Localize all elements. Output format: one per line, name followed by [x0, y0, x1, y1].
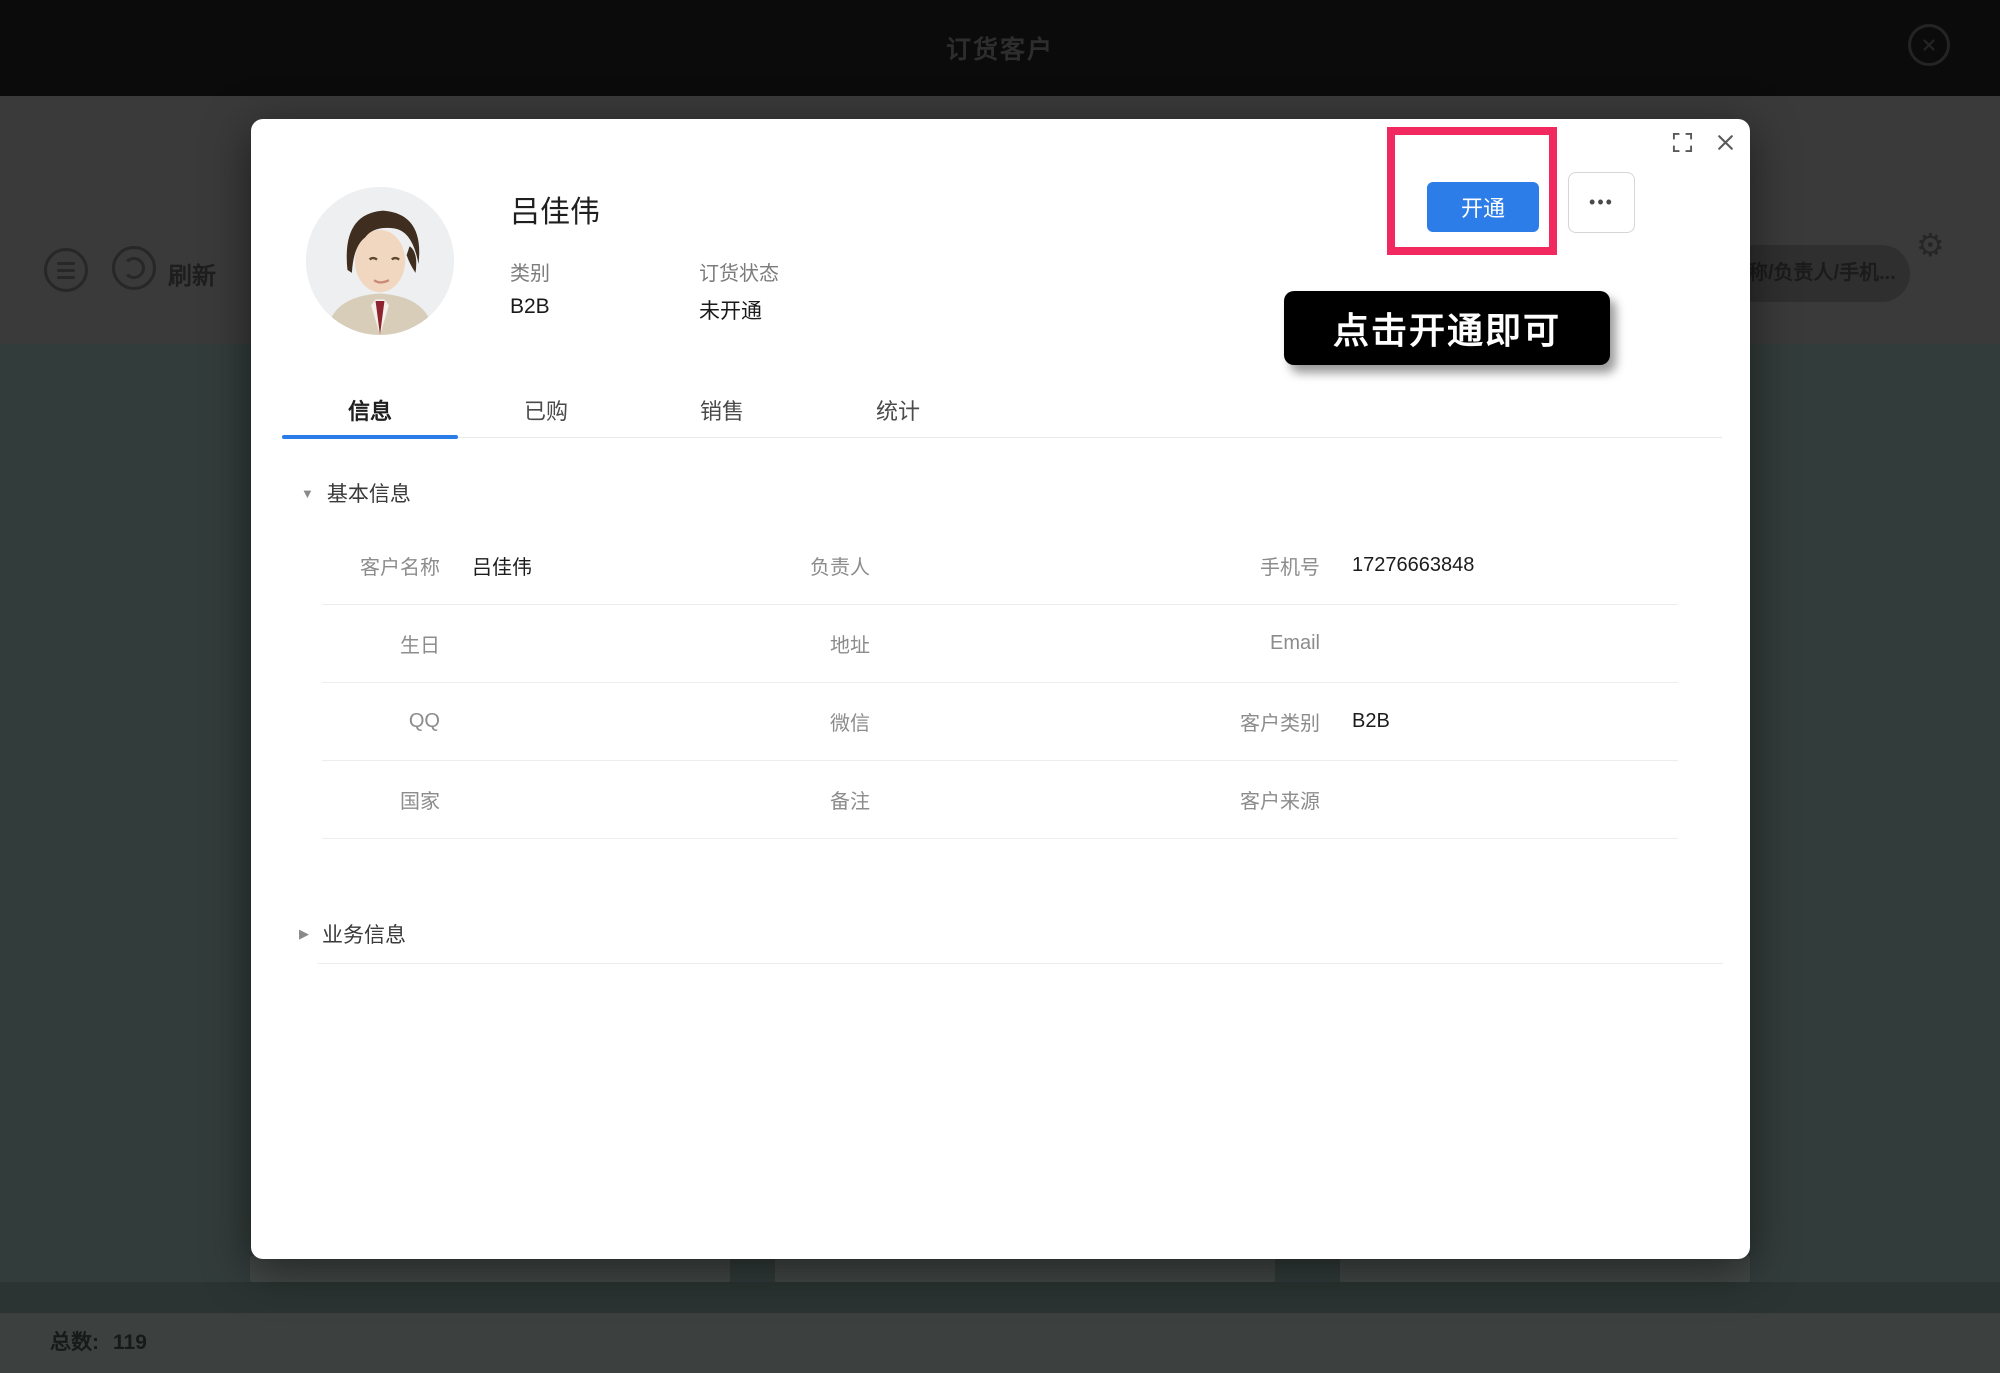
category-label: 类别 [510, 263, 550, 285]
field-cell: 国家 [322, 761, 752, 839]
tab-label: 信息 [347, 399, 392, 424]
basic-info-grid: 客户名称 吕佳伟 负责人 手机号 17276663848 生日 地址 Email… [322, 527, 1678, 839]
app-header-bar: 订货客户 [0, 0, 2000, 96]
customer-avatar [306, 187, 454, 335]
field-value: 吕佳伟 [472, 557, 532, 579]
caret-down-icon: ▼ [301, 485, 314, 501]
tab[interactable]: 统计 [810, 391, 986, 437]
total-label: 总数: [50, 1331, 99, 1354]
caret-right-icon: ▶ [299, 926, 309, 941]
search-input[interactable]: 称/负责人/手机... [1728, 245, 1910, 302]
field-label: QQ [408, 710, 440, 732]
customer-detail-modal: 吕佳伟 类别 B2B 订货状态 未开通 开通 ••• 点击开通即可 信息 已购 [251, 119, 1750, 1259]
refresh-icon [123, 257, 145, 279]
basic-info-title: 基本信息 [326, 483, 411, 506]
field-cell: 微信 [752, 683, 1202, 761]
tab[interactable]: 已购 [458, 391, 634, 437]
field-cell: 客户类别 B2B [1202, 683, 1678, 761]
refresh-label: 刷新 [168, 263, 216, 290]
field-label: 客户类别 [1240, 713, 1320, 735]
field-label: 地址 [830, 635, 870, 657]
tab-label: 已购 [523, 399, 568, 424]
background-card [775, 1256, 1275, 1282]
basic-info-section-header[interactable]: ▼ 基本信息 [301, 478, 411, 508]
field-cell: 地址 [752, 605, 1202, 683]
tab-label: 销售 [699, 399, 744, 424]
category-value: B2B [510, 295, 550, 318]
field-cell: 客户名称 吕佳伟 [322, 527, 752, 605]
section-divider [318, 963, 1723, 964]
field-value: 17276663848 [1352, 554, 1475, 576]
expand-icon[interactable] [1670, 130, 1694, 154]
field-label: 微信 [830, 713, 870, 735]
annotation-tooltip: 点击开通即可 [1284, 291, 1610, 365]
field-label: 客户来源 [1240, 791, 1320, 813]
field-cell: Email [1202, 605, 1678, 683]
field-cell: 客户来源 [1202, 761, 1678, 839]
field-value: B2B [1352, 710, 1390, 732]
close-icon[interactable] [1713, 130, 1737, 154]
tab[interactable]: 信息 [282, 391, 458, 439]
background-band [0, 1282, 2000, 1313]
field-label: 客户名称 [360, 557, 440, 579]
tab-bar: 信息 已购 销售 统计 [282, 391, 1722, 439]
business-info-section-header[interactable]: ▶ 业务信息 [299, 919, 406, 949]
screen: 订货客户 刷新 称/负责人/手机... ⚙ 总数: 119 吕佳伟 类别 B2B… [0, 0, 2000, 1373]
tab-label: 统计 [875, 399, 920, 424]
footer-bar: 总数: 119 [0, 1313, 2000, 1373]
total-count: 总数: 119 [50, 1313, 147, 1373]
field-cell: 备注 [752, 761, 1202, 839]
field-label: 备注 [830, 791, 870, 813]
field-label: Email [1269, 632, 1320, 654]
field-cell: 手机号 17276663848 [1202, 527, 1678, 605]
menu-button[interactable] [44, 248, 88, 292]
avatar-image [306, 187, 454, 335]
background-card [250, 1256, 730, 1282]
field-label: 手机号 [1260, 557, 1320, 579]
gear-icon[interactable]: ⚙ [1916, 226, 1945, 264]
activate-button[interactable]: 开通 [1427, 182, 1539, 232]
close-circle-icon[interactable] [1908, 24, 1950, 66]
field-label: 负责人 [810, 557, 870, 579]
customer-name: 吕佳伟 [510, 196, 600, 229]
order-status-label: 订货状态 [699, 263, 779, 285]
field-cell: QQ [322, 683, 752, 761]
total-value: 119 [113, 1331, 147, 1354]
field-cell: 生日 [322, 605, 752, 683]
menu-icon [57, 261, 75, 279]
more-actions-button[interactable]: ••• [1568, 172, 1635, 233]
background-card [1340, 1256, 1750, 1282]
page-title: 订货客户 [945, 36, 1054, 64]
field-label: 生日 [400, 635, 440, 657]
field-label: 国家 [400, 791, 440, 813]
background-list-row [250, 1256, 1750, 1282]
refresh-button[interactable] [112, 246, 156, 290]
field-cell: 负责人 [752, 527, 1202, 605]
business-info-title: 业务信息 [322, 924, 406, 947]
tab[interactable]: 销售 [634, 391, 810, 437]
order-status-value: 未开通 [699, 300, 762, 323]
